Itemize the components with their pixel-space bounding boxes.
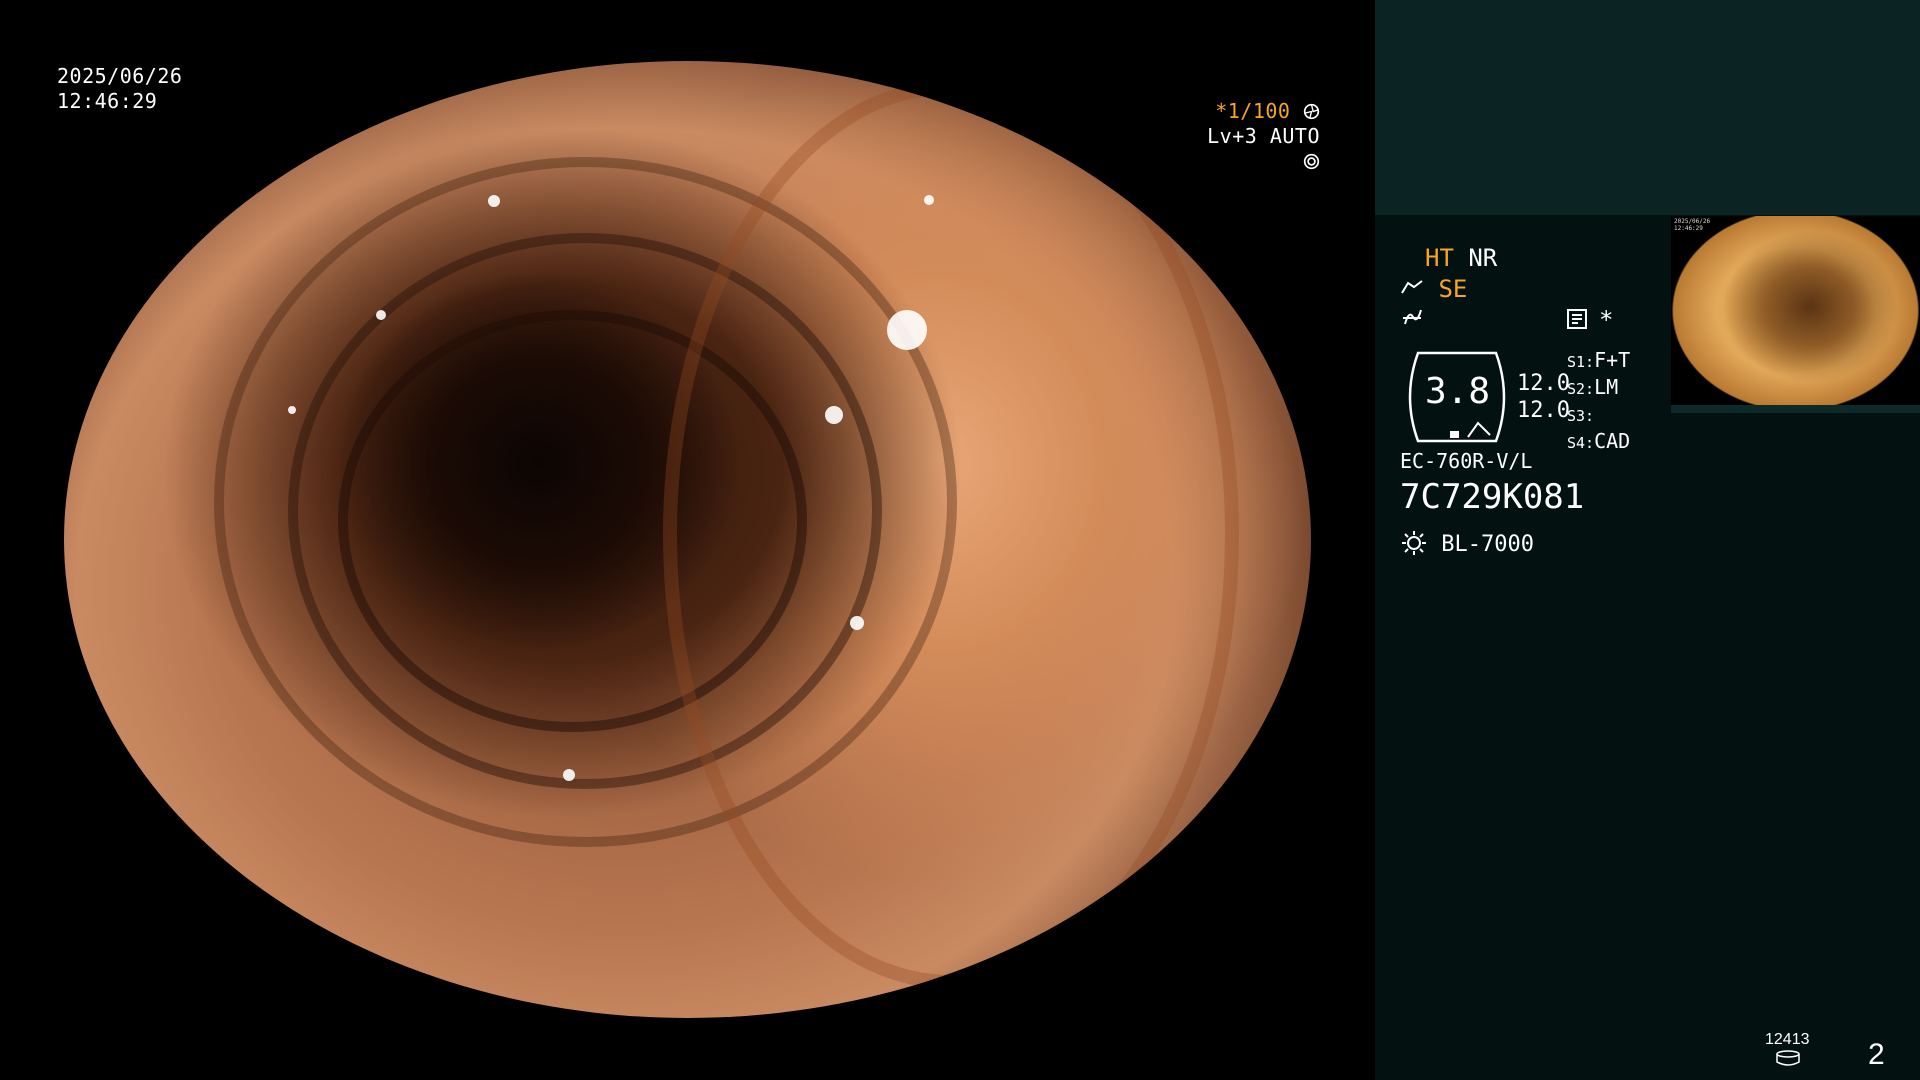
- disk-icon: [1775, 1050, 1801, 1070]
- specular-highlight: [887, 309, 928, 350]
- specular-highlight: [88, 348, 97, 379]
- specular-highlight: [824, 405, 843, 424]
- value-column: 12.0 12.0: [1517, 370, 1570, 424]
- scope-model: EC-760R-V/L: [1400, 449, 1533, 473]
- page-number: 2: [1868, 1038, 1885, 1071]
- flicker-icon: [1401, 306, 1423, 332]
- switch-row: S3:: [1567, 407, 1595, 425]
- zoom-value: 3.8: [1425, 371, 1491, 412]
- specular-highlight: [487, 194, 500, 207]
- mucosal-fold: [662, 80, 1240, 989]
- memory-card-icon: [1566, 308, 1588, 334]
- se-label: SE: [1438, 275, 1468, 303]
- specular-highlight: [288, 405, 297, 414]
- specular-highlight: [849, 616, 864, 631]
- light-source-row: BL-7000: [1400, 529, 1534, 560]
- se-row: SE: [1400, 275, 1467, 303]
- aperture-icon: [1303, 99, 1320, 123]
- level-text: Lv+3 AUTO: [1207, 124, 1320, 148]
- shutter-text: *1/100: [1215, 99, 1291, 123]
- scope-tip-icon: [1400, 275, 1438, 303]
- ht-label: HT: [1425, 244, 1454, 272]
- value-1: 12.0: [1517, 371, 1570, 396]
- nr-label: NR: [1468, 244, 1498, 272]
- endoscope-image: [64, 61, 1311, 1018]
- light-source-icon: [1400, 531, 1441, 557]
- date-text: 2025/06/26: [57, 64, 183, 88]
- switch-row: S4:CAD: [1567, 429, 1631, 453]
- light-source-label: BL-7000: [1441, 532, 1534, 557]
- counter-label: 12413: [1765, 1031, 1810, 1048]
- thumbnail-image[interactable]: 2025/06/26 12:46:29: [1671, 216, 1920, 413]
- scope-serial: 7C729K081: [1400, 477, 1585, 517]
- thumb-osd: 2025/06/26 12:46:29: [1674, 218, 1711, 232]
- exposure-info: *1/100 Lv+3 AUTO: [1195, 99, 1320, 174]
- switch-list: S1:F+T S2:LM S3: S4:CAD: [1567, 348, 1630, 456]
- switch-row: S1:F+T: [1567, 348, 1631, 372]
- value-2: 12.0: [1517, 398, 1570, 423]
- time-text: 12:46:29: [57, 89, 158, 113]
- date-time: 2025/06/26 12:46:29: [57, 64, 182, 114]
- processing-flags: HT NR: [1425, 244, 1497, 272]
- panel-header: [1375, 0, 1920, 215]
- iris-icon: [1303, 149, 1320, 173]
- switch-row: S2:LM: [1567, 375, 1619, 399]
- asterisk-label: *: [1599, 306, 1614, 334]
- specular-highlight: [562, 769, 575, 782]
- specular-highlight: [375, 309, 386, 320]
